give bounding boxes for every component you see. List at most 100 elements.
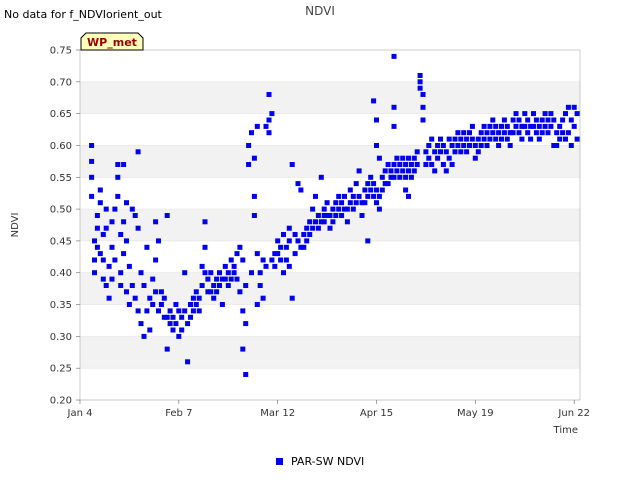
data-point	[406, 193, 411, 199]
data-point	[344, 219, 350, 225]
data-point	[371, 98, 377, 104]
data-point	[295, 238, 301, 244]
data-point	[403, 174, 409, 180]
data-point	[330, 219, 336, 225]
data-point	[115, 174, 121, 180]
data-point	[403, 162, 409, 167]
data-point	[467, 130, 472, 136]
data-point	[219, 302, 225, 307]
data-point	[164, 346, 170, 352]
data-point	[124, 289, 129, 295]
data-point	[504, 123, 510, 129]
data-point	[417, 85, 423, 91]
data-point	[193, 289, 199, 295]
data-point	[376, 155, 382, 161]
data-point	[286, 225, 292, 231]
data-point	[126, 302, 132, 307]
data-point	[94, 225, 100, 231]
data-point	[138, 270, 144, 276]
data-point	[452, 136, 458, 142]
data-point	[327, 225, 333, 231]
data-point	[199, 263, 205, 269]
grid-band	[80, 145, 580, 178]
data-point	[324, 200, 330, 206]
data-point	[426, 155, 432, 161]
grid-band	[80, 177, 580, 210]
data-point	[426, 143, 432, 148]
data-point	[571, 104, 577, 110]
data-point	[254, 302, 260, 307]
data-point	[557, 136, 563, 142]
data-point	[153, 257, 159, 263]
data-point	[533, 130, 539, 136]
data-point	[144, 308, 150, 314]
data-point	[461, 130, 467, 136]
data-point	[336, 193, 342, 199]
grid-band	[80, 50, 580, 82]
data-point	[490, 130, 496, 136]
grid-band	[80, 304, 580, 337]
data-point	[124, 238, 129, 244]
y-tick-label: 0.60	[50, 141, 72, 152]
data-point	[321, 213, 327, 218]
data-point	[464, 136, 470, 142]
x-tick-label: Jun 22	[557, 408, 590, 419]
data-point	[391, 123, 397, 129]
data-point	[475, 136, 481, 142]
data-point	[467, 143, 472, 148]
data-point	[333, 213, 339, 218]
y-tick-label: 0.70	[50, 77, 72, 88]
data-point	[164, 213, 170, 218]
data-point	[278, 257, 284, 263]
data-point	[158, 302, 164, 307]
data-point	[406, 168, 411, 174]
data-point	[411, 168, 417, 174]
y-tick-label: 0.50	[50, 205, 72, 216]
data-point	[548, 111, 554, 117]
data-point	[458, 149, 464, 155]
data-point	[202, 219, 208, 225]
data-point	[481, 136, 487, 142]
data-point	[295, 181, 301, 187]
data-point	[144, 244, 150, 250]
data-point	[118, 283, 124, 288]
y-axis-label: NDVI	[10, 213, 21, 238]
data-point	[391, 104, 397, 110]
data-point	[222, 263, 228, 269]
y-tick-label: 0.55	[50, 173, 72, 184]
data-point	[359, 213, 365, 218]
data-point	[417, 79, 423, 85]
data-point	[469, 136, 475, 142]
data-point	[429, 162, 435, 167]
data-point	[126, 263, 132, 269]
data-point	[362, 187, 368, 193]
data-point	[190, 308, 196, 314]
data-point	[313, 193, 318, 199]
y-tick-label: 0.25	[50, 364, 72, 375]
data-point	[286, 238, 292, 244]
data-point	[196, 295, 202, 301]
data-point	[214, 276, 220, 282]
data-point	[211, 295, 217, 301]
y-axis: 0.20 0.25 0.30 0.35 0.40 0.45 0.50 0.55 0.60 0.65…	[50, 46, 80, 407]
data-point	[269, 257, 275, 263]
data-point	[321, 219, 327, 225]
data-point	[571, 123, 577, 129]
data-point	[356, 168, 362, 174]
data-point	[310, 206, 316, 212]
data-point	[129, 206, 135, 212]
data-point	[141, 283, 147, 288]
data-point	[525, 117, 531, 123]
data-point	[249, 270, 254, 276]
data-point	[432, 168, 438, 174]
data-point	[257, 270, 263, 276]
data-point	[565, 130, 571, 136]
data-point	[89, 158, 95, 164]
data-point	[266, 130, 272, 136]
data-point	[365, 238, 371, 244]
data-point	[263, 123, 269, 129]
y-tick-label: 0.65	[50, 109, 72, 120]
data-point	[150, 276, 156, 282]
data-point	[379, 174, 385, 180]
data-point	[365, 181, 371, 187]
